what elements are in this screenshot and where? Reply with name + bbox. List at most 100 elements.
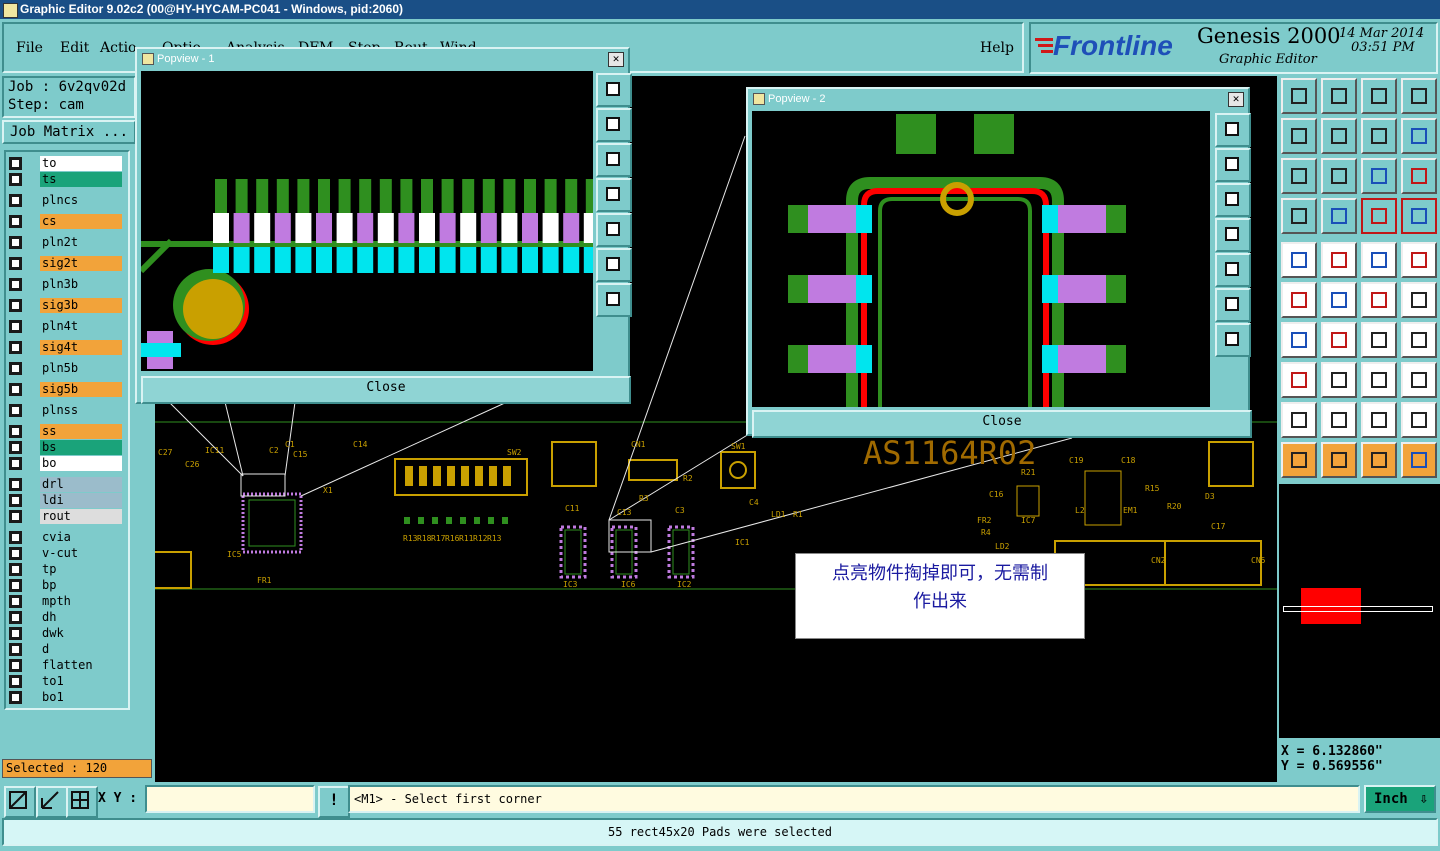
layer-checkbox[interactable] (9, 531, 22, 544)
popview-1-canvas[interactable] (141, 71, 593, 371)
tool-button-4-2[interactable] (1361, 242, 1397, 278)
layer-name[interactable]: plnss (40, 403, 122, 418)
layer-row-ss[interactable]: ss (8, 424, 124, 439)
layer-checkbox[interactable] (9, 362, 22, 375)
alert-icon[interactable]: ! (318, 786, 350, 818)
layer-checkbox[interactable] (9, 595, 22, 608)
zoom-tool-icon[interactable] (1215, 183, 1251, 217)
layer-name[interactable]: bs (40, 440, 122, 455)
tool-button-5-1[interactable] (1321, 282, 1357, 318)
zoom-tool-icon[interactable] (596, 178, 632, 212)
layer-row-cs[interactable]: cs (8, 214, 124, 229)
layer-name[interactable]: pln5b (40, 361, 122, 376)
layer-checkbox[interactable] (9, 320, 22, 333)
layer-name[interactable]: sig5b (40, 382, 122, 397)
layer-row-sig3b[interactable]: sig3b (8, 298, 124, 313)
popview-2-title-bar[interactable]: Popview - 2 (750, 91, 1246, 107)
layer-name[interactable]: dh (40, 610, 122, 625)
layer-checkbox[interactable] (9, 627, 22, 640)
tool-button-0-0[interactable] (1281, 78, 1317, 114)
tool-button-0-3[interactable] (1401, 78, 1437, 114)
layer-row-ts[interactable]: ts (8, 172, 124, 187)
layer-row-tp[interactable]: tp (8, 562, 124, 577)
layer-checkbox[interactable] (9, 691, 22, 704)
zoom-tool-icon[interactable] (1215, 323, 1251, 357)
popview-1-close-button[interactable]: Close (141, 376, 631, 404)
tool-button-2-2[interactable] (1361, 158, 1397, 194)
layer-row-pln3b[interactable]: pln3b (8, 277, 124, 292)
layer-checkbox[interactable] (9, 510, 22, 523)
layer-name[interactable]: ts (40, 172, 122, 187)
menu-action[interactable]: Actio (100, 40, 136, 56)
tool-button-4-0[interactable] (1281, 242, 1317, 278)
layer-checkbox[interactable] (9, 643, 22, 656)
layer-name[interactable]: bo1 (40, 690, 122, 705)
layer-checkbox[interactable] (9, 236, 22, 249)
overview-panel[interactable] (1279, 484, 1440, 738)
menu-edit[interactable]: Edit (60, 40, 89, 56)
layer-name[interactable]: dwk (40, 626, 122, 641)
job-matrix-button[interactable]: Job Matrix ... (2, 120, 136, 144)
layer-name[interactable]: sig2t (40, 256, 122, 271)
layer-name[interactable]: flatten (40, 658, 122, 673)
zoom-tool-icon[interactable] (596, 73, 632, 107)
tool-button-1-1[interactable] (1321, 118, 1357, 154)
layer-checkbox[interactable] (9, 611, 22, 624)
popview-2-close-icon[interactable]: ✕ (1228, 92, 1244, 107)
layer-checkbox[interactable] (9, 173, 22, 186)
zoom-tool-icon[interactable] (596, 248, 632, 282)
layer-name[interactable]: plncs (40, 193, 122, 208)
popview-1-title-bar[interactable]: Popview - 1 (139, 51, 626, 67)
tool-button-6-3[interactable] (1401, 322, 1437, 358)
layer-row-mpth[interactable]: mpth (8, 594, 124, 609)
layer-row-rout[interactable]: rout (8, 509, 124, 524)
tool-button-5-0[interactable] (1281, 282, 1317, 318)
layer-checkbox[interactable] (9, 675, 22, 688)
layer-name[interactable]: bp (40, 578, 122, 593)
tool-button-5-2[interactable] (1361, 282, 1397, 318)
layer-name[interactable]: d (40, 642, 122, 657)
menu-help[interactable]: Help (980, 40, 1014, 56)
tool-button-4-3[interactable] (1401, 242, 1437, 278)
layer-name[interactable]: pln4t (40, 319, 122, 334)
layer-name[interactable]: ldi (40, 493, 122, 508)
tool-button-5-3[interactable] (1401, 282, 1437, 318)
layer-row-cvia[interactable]: cvia (8, 530, 124, 545)
layer-name[interactable]: mpth (40, 594, 122, 609)
tool-button-7-0[interactable] (1281, 362, 1317, 398)
tool-button-0-1[interactable] (1321, 78, 1357, 114)
layer-name[interactable]: tp (40, 562, 122, 577)
tool-button-7-1[interactable] (1321, 362, 1357, 398)
popview-2-close-button[interactable]: Close (752, 410, 1252, 438)
zoom-tool-icon[interactable] (596, 283, 632, 317)
zoom-tool-icon[interactable] (1215, 253, 1251, 287)
layer-checkbox[interactable] (9, 299, 22, 312)
layer-row-v-cut[interactable]: v-cut (8, 546, 124, 561)
layer-checkbox[interactable] (9, 563, 22, 576)
layer-row-dwk[interactable]: dwk (8, 626, 124, 641)
layer-name[interactable]: drl (40, 477, 122, 492)
layer-checkbox[interactable] (9, 478, 22, 491)
tool-button-4-1[interactable] (1321, 242, 1357, 278)
grid-icon[interactable] (66, 786, 98, 818)
layer-checkbox[interactable] (9, 441, 22, 454)
layer-name[interactable]: sig3b (40, 298, 122, 313)
layer-row-bp[interactable]: bp (8, 578, 124, 593)
tool-button-9-3[interactable] (1401, 442, 1437, 478)
layer-row-bs[interactable]: bs (8, 440, 124, 455)
layer-row-ldi[interactable]: ldi (8, 493, 124, 508)
layer-row-pln2t[interactable]: pln2t (8, 235, 124, 250)
layer-row-sig5b[interactable]: sig5b (8, 382, 124, 397)
snap-icon[interactable] (4, 786, 36, 818)
tool-button-9-0[interactable] (1281, 442, 1317, 478)
tool-button-2-1[interactable] (1321, 158, 1357, 194)
layer-row-flatten[interactable]: flatten (8, 658, 124, 673)
xy-input[interactable] (145, 785, 315, 813)
popview-2-canvas[interactable] (752, 111, 1210, 407)
tool-button-7-2[interactable] (1361, 362, 1397, 398)
layer-checkbox[interactable] (9, 659, 22, 672)
layer-row-dh[interactable]: dh (8, 610, 124, 625)
zoom-tool-icon[interactable] (1215, 218, 1251, 252)
layer-row-sig2t[interactable]: sig2t (8, 256, 124, 271)
tool-button-8-3[interactable] (1401, 402, 1437, 438)
